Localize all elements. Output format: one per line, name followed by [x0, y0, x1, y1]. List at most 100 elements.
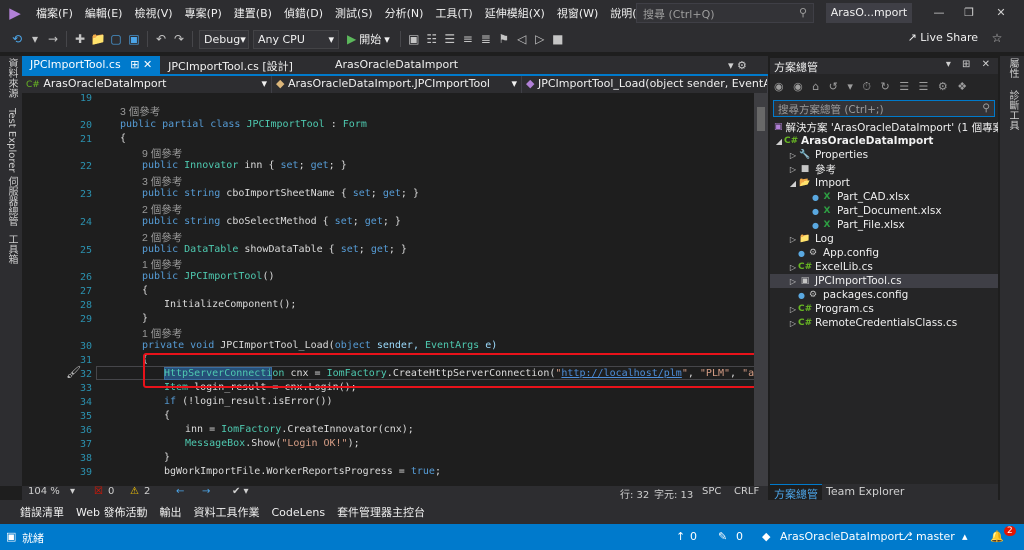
menu-analyze[interactable]: 分析(N) [379, 5, 430, 21]
menu-tools[interactable]: 工具(T) [429, 5, 478, 21]
notifications-icon[interactable]: 🔔 [990, 530, 1004, 543]
codelens-references[interactable]: 2 個參考 [142, 230, 182, 245]
tab-test-explorer[interactable]: Test Explorer [2, 108, 20, 173]
branch-name[interactable]: master [916, 530, 955, 543]
live-share-button[interactable]: ↗ Live Share [908, 31, 978, 44]
redo-icon[interactable]: ↷ [170, 32, 188, 46]
error-count[interactable]: 0 [108, 486, 114, 497]
tab-server-explorer[interactable]: 伺服器總管 [2, 176, 20, 226]
panel-options-icon[interactable]: ▾ ⊞ ✕ [946, 59, 994, 70]
tree-item-file[interactable]: ● X Part_CAD.xlsx [770, 190, 998, 204]
quick-actions-icon[interactable]: 🖌 [66, 365, 81, 379]
tree-item-references[interactable]: ▷ ■ 參考 [770, 162, 998, 176]
codelens-references[interactable]: 1 個參考 [142, 326, 182, 341]
menu-file[interactable]: 檔案(F) [30, 5, 79, 21]
menu-window[interactable]: 視窗(W) [551, 5, 604, 21]
member-nav-select[interactable]: ◆ JPCImportTool_Load(object sender, Even… [522, 76, 768, 93]
menu-project[interactable]: 專案(P) [179, 5, 228, 21]
open-file-icon[interactable]: 📁 [89, 32, 107, 46]
tree-item-project[interactable]: ◢ C# ArasOracleDataImport [770, 134, 998, 148]
menu-extensions[interactable]: 延伸模組(X) [479, 5, 551, 21]
codelens-references[interactable]: 2 個參考 [142, 202, 182, 217]
tab-jpcimporttool-designer[interactable]: JPCImportTool.cs [設計] [160, 56, 301, 74]
tab-output[interactable]: 輸出 [159, 504, 181, 520]
code-editor[interactable]: 19 20 21 22 23 24 25 26 27 28 29 30 31 32 33 34 35 36 37 38… [22, 93, 768, 486]
start-button[interactable]: ▶ 開始 ▾ [347, 31, 390, 47]
project-nav-select[interactable]: C# ArasOracleDataImport ▾ [22, 76, 272, 93]
collapsed-icon[interactable]: ▷ [788, 277, 798, 286]
tree-item-file[interactable]: ▷ C# ExcelLib.cs [770, 260, 998, 274]
menu-view[interactable]: 檢視(V) [128, 5, 178, 21]
previous-issue-icon[interactable]: ← [176, 486, 184, 497]
uncomment-icon[interactable]: ≣ [477, 32, 495, 46]
warning-count[interactable]: 2 [144, 486, 150, 497]
notifications-count[interactable]: 2 [1004, 526, 1016, 536]
chevron-down-icon[interactable]: ▾ [70, 486, 75, 497]
solution-search-input[interactable]: 搜尋方案總管 (Ctrl+;) ⚲ [773, 100, 995, 117]
branch-icon[interactable]: ⎇ [900, 530, 913, 543]
next-issue-icon[interactable]: → [202, 486, 210, 497]
tree-item-file[interactable]: ▷ C# RemoteCredentialsClass.cs [770, 316, 998, 330]
tree-item-file[interactable]: ● ⚙ packages.config [770, 288, 998, 302]
close-icon[interactable]: ✕ [143, 58, 152, 71]
tree-item-solution[interactable]: ▣ 解決方案 'ArasOracleDataImport' (1 個專案 [770, 120, 998, 134]
configuration-select[interactable]: Debug ▾ [199, 29, 249, 49]
tab-team-explorer[interactable]: Team Explorer [822, 484, 908, 500]
save-all-icon[interactable]: ▣ [125, 32, 143, 46]
navigate-back-icon[interactable]: ⟲ [8, 32, 26, 46]
toolbar-icon[interactable]: ▷ [531, 32, 549, 46]
pin-icon[interactable]: ⊞ [130, 58, 139, 71]
collapsed-icon[interactable]: ▷ [788, 263, 798, 272]
close-icon[interactable]: ✕ [986, 3, 1016, 23]
tab-toolbox[interactable]: 工具箱 [2, 234, 20, 264]
tree-item-import-folder[interactable]: ◢ 📂 Import [770, 176, 998, 190]
search-input[interactable]: 搜尋 (Ctrl+Q) ⚲ [636, 3, 814, 23]
collapsed-icon[interactable]: ▷ [788, 319, 798, 328]
expanded-icon[interactable]: ◢ [788, 179, 798, 188]
browser-icon[interactable]: ▣ [405, 32, 423, 46]
restore-icon[interactable]: ❐ [954, 3, 984, 23]
changes-count[interactable]: 0 [736, 530, 743, 543]
solution-explorer-toolbar[interactable]: ◉ ◉ ⌂ ↺ ▾ ⏱ ↻ ☰ ☰ ⚙ ❖ [770, 74, 998, 100]
menu-edit[interactable]: 編輯(E) [79, 5, 129, 21]
tree-item-file-selected[interactable]: ▷ ▣ JPCImportTool.cs [770, 274, 998, 288]
comment-icon[interactable]: ≡ [459, 32, 477, 46]
toolbar-icon[interactable]: ■ [549, 32, 567, 46]
dropdown-arrow-icon[interactable]: ▾ [26, 32, 44, 46]
vertical-scrollbar[interactable] [754, 93, 768, 486]
type-nav-select[interactable]: ◆ ArasOracleDataImport.JPCImportTool ▾ [272, 76, 522, 93]
push-count[interactable]: 0 [690, 530, 697, 543]
collapsed-icon[interactable]: ▷ [788, 305, 798, 314]
toolbar-icon[interactable]: ☷ [423, 32, 441, 46]
navigate-forward-icon[interactable]: → [44, 32, 62, 46]
zoom-level[interactable]: 104 % [28, 486, 60, 497]
tab-arasoracledataimport[interactable]: ArasOracleDataImport [327, 56, 466, 74]
repository-name[interactable]: ArasOracleDataImport [780, 530, 903, 543]
chevron-up-icon[interactable]: ▴ [962, 530, 968, 543]
scrollbar-thumb[interactable] [757, 107, 765, 131]
tab-overflow-icon[interactable]: ▾ ⚙ [728, 59, 747, 72]
tree-item-file[interactable]: ● X Part_File.xlsx [770, 218, 998, 232]
tree-item-file[interactable]: ● ⚙ App.config [770, 246, 998, 260]
tab-error-list[interactable]: 錯誤清單 [20, 504, 64, 520]
toolbar-icon[interactable]: ☰ [441, 32, 459, 46]
codelens-references[interactable]: 1 個參考 [142, 257, 182, 272]
tab-diagnostic-tools[interactable]: 診斷工具 [1003, 90, 1021, 130]
pencil-icon[interactable]: ✎ [718, 530, 727, 543]
cleanup-icon[interactable]: ✔ ▾ [232, 486, 249, 497]
toolbar-icon[interactable]: ◁ [513, 32, 531, 46]
menu-test[interactable]: 測試(S) [329, 5, 379, 21]
undo-icon[interactable]: ↶ [152, 32, 170, 46]
new-project-icon[interactable]: ✚ [71, 32, 89, 46]
codelens-references[interactable]: 9 個參考 [142, 146, 182, 161]
tab-data-sources[interactable]: 資料來源 [2, 58, 20, 98]
tree-item-file[interactable]: ● X Part_Document.xlsx [770, 204, 998, 218]
collapsed-icon[interactable]: ▷ [788, 235, 798, 244]
tab-solution-explorer[interactable]: 方案總管 [770, 484, 822, 501]
menu-build[interactable]: 建置(B) [228, 5, 278, 21]
tab-web-publish[interactable]: Web 發佈活動 [76, 504, 147, 520]
platform-select[interactable]: Any CPU ▾ [253, 29, 339, 49]
minimize-icon[interactable]: — [924, 3, 954, 23]
collapsed-icon[interactable]: ▷ [788, 151, 798, 160]
tree-item-log-folder[interactable]: ▷ 📁 Log [770, 232, 998, 246]
